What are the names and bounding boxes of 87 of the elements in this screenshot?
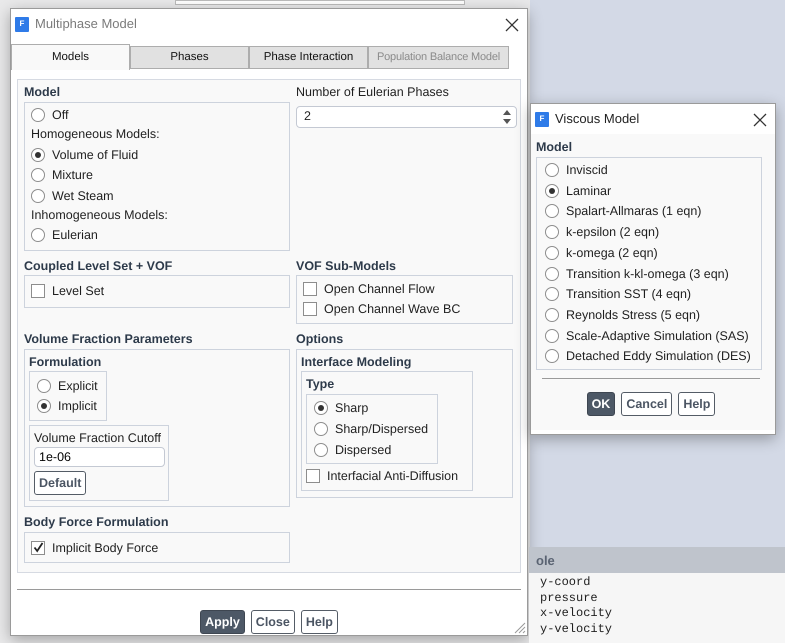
radio-label: Mixture: [52, 167, 93, 184]
group-title: Coupled Level Set + VOF: [24, 258, 172, 274]
checkbox-label: Level Set: [52, 282, 104, 300]
dialog-button[interactable]: Apply: [200, 610, 245, 634]
radio-label: Transition SST (4 eqn): [566, 286, 692, 304]
radio-button[interactable]: [314, 442, 328, 457]
radio-button[interactable]: [31, 108, 45, 122]
dialog-button[interactable]: Close: [250, 610, 295, 634]
default-button[interactable]: Default: [34, 471, 86, 496]
checkbox[interactable]: [31, 284, 45, 298]
resize-grip-icon[interactable]: [514, 622, 526, 634]
checkbox[interactable]: [303, 302, 317, 316]
radio-button[interactable]: [545, 287, 559, 302]
radio-label: Off: [52, 107, 68, 124]
radio-button[interactable]: [31, 148, 45, 162]
radio-button[interactable]: [545, 266, 559, 281]
text-field[interactable]: 1e-06: [34, 447, 165, 468]
group-title: Formulation: [29, 354, 102, 370]
radio-label: Laminar: [566, 182, 612, 200]
radio-label: Sharp: [335, 400, 368, 418]
radio-label: Spalart-Allmaras (1 eqn): [566, 203, 702, 220]
window-title: Viscous Model: [555, 110, 640, 128]
radio-label: Reynolds Stress (5 eqn): [566, 306, 700, 324]
dialog-button[interactable]: OK: [586, 392, 616, 416]
section-label: Inhomogeneous Models:: [31, 207, 168, 224]
radio-label: Implicit: [58, 398, 97, 416]
radio-label: Wet Steam: [52, 188, 114, 205]
radio-label: Transition k-kl-omega (3 eqn): [566, 266, 729, 283]
window-title: Multiphase Model: [35, 15, 138, 34]
console-line: x-velocity: [539, 606, 612, 622]
radio-button[interactable]: [545, 184, 559, 198]
radio-label: Scale-Adaptive Simulation (SAS): [566, 328, 749, 345]
radio-button[interactable]: [545, 204, 559, 218]
radio-label: Eulerian: [52, 227, 98, 244]
console-line: y-coord: [539, 575, 590, 591]
radio-button[interactable]: [37, 399, 51, 414]
checkbox-label: Interfacial Anti-Diffusion: [327, 468, 458, 486]
radio-label: k-epsilon (2 eqn): [566, 224, 660, 242]
console-line: pressure: [539, 590, 598, 606]
tab[interactable]: Phases: [130, 46, 249, 69]
checkbox[interactable]: [31, 540, 45, 555]
spin-arrows-icon[interactable]: [502, 108, 512, 125]
radio-label: Explicit: [58, 378, 98, 395]
group-title: Model: [24, 84, 60, 100]
checkbox-label: Open Channel Wave BC: [324, 301, 460, 318]
group-title: VOF Sub-Models: [296, 258, 396, 274]
number-spinner[interactable]: 2: [296, 106, 517, 128]
group-title: Interface Modeling: [301, 354, 412, 370]
tab[interactable]: Models: [11, 44, 130, 70]
radio-label: Dispersed: [335, 442, 392, 459]
radio-button[interactable]: [31, 228, 45, 242]
radio-button[interactable]: [545, 225, 559, 240]
group-title: Type: [306, 376, 334, 392]
group-title: Volume Fraction Parameters: [24, 330, 193, 347]
radio-label: Sharp/Dispersed: [335, 421, 428, 438]
radio-button[interactable]: [314, 422, 328, 436]
checkbox[interactable]: [306, 469, 320, 484]
group-title: Model: [536, 139, 572, 155]
field-label: Number of Eulerian Phases: [296, 84, 449, 101]
console-line: y-velocity: [539, 622, 612, 638]
dialog-button[interactable]: Cancel: [621, 392, 672, 416]
dialog-button[interactable]: Help: [300, 610, 338, 634]
radio-button[interactable]: [314, 401, 328, 416]
radio-button[interactable]: [545, 308, 559, 322]
radio-button[interactable]: [545, 246, 559, 260]
radio-label: Detached Eddy Simulation (DES): [566, 348, 751, 366]
radio-button[interactable]: [31, 168, 45, 182]
app-logo-icon: F: [15, 16, 29, 32]
radio-button[interactable]: [545, 328, 559, 343]
radio-button[interactable]: [545, 163, 559, 178]
checkbox-label: Implicit Body Force: [52, 540, 158, 557]
radio-label: k-omega (2 eqn): [566, 244, 658, 262]
section-label: Homogeneous Models:: [31, 126, 160, 144]
radio-label: Inviscid: [566, 162, 608, 180]
group-title: Body Force Formulation: [24, 514, 168, 530]
radio-button[interactable]: [545, 349, 559, 364]
radio-button[interactable]: [31, 188, 45, 203]
dialog-button[interactable]: Help: [678, 392, 716, 416]
radio-button[interactable]: [37, 378, 51, 393]
checkbox-label: Open Channel Flow: [324, 280, 434, 298]
field-label: Volume Fraction Cutoff: [34, 430, 161, 447]
checkbox[interactable]: [303, 282, 317, 296]
panel-header: ole: [529, 547, 785, 573]
tab[interactable]: Phase Interaction: [249, 46, 368, 69]
app-logo-icon: F: [535, 112, 549, 126]
group-title: Options: [296, 330, 344, 347]
radio-label: Volume of Fluid: [52, 146, 138, 164]
